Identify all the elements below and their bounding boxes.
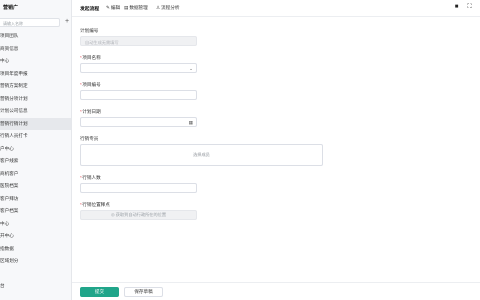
fullscreen-icon[interactable]: ⛶ xyxy=(466,4,473,11)
sidebar-item[interactable]: 营销分项计划 xyxy=(0,93,71,106)
sidebar-item[interactable]: 行销人员打卡 xyxy=(0,130,71,143)
sidebar-item[interactable]: 区域划分 xyxy=(0,255,71,268)
form-body: 计划编号 自动生成无需填写 *项目名称 ⌄ *项目编号 *计划日期 ▦ 行销专员… xyxy=(72,17,480,282)
sidebar-item[interactable]: 商机客户 xyxy=(0,168,71,181)
sidebar-item[interactable]: 医院档案 xyxy=(0,180,71,193)
sidebar-brand: 营销广 xyxy=(3,5,19,11)
project-no-label: *项目编号 xyxy=(80,82,101,87)
plan-no-field: 自动生成无需填写 xyxy=(80,36,197,46)
sidebar-item[interactable]: 营销方案制定 xyxy=(0,80,71,93)
top-toolbar: 发起流程 ✎编辑 ▤数据管理 ♙流程分析 ■ ⛶ xyxy=(72,0,480,17)
sidebar-item[interactable]: 项目年度申报 xyxy=(0,68,71,81)
marketer-count-field[interactable] xyxy=(80,183,197,193)
data-manage-icon: ▤ xyxy=(124,5,129,10)
sidebar-item[interactable]: 计划公司信息 xyxy=(0,105,71,118)
sidebar-item[interactable]: 商资信息 xyxy=(0,43,71,56)
sidebar-item[interactable]: 台 xyxy=(0,280,71,293)
location-label: *行销位置释点 xyxy=(80,202,110,207)
flow-analysis-icon: ♙ xyxy=(156,5,161,10)
sidebar-item[interactable]: 指数据 xyxy=(0,243,71,256)
project-no-field[interactable] xyxy=(80,90,197,100)
plan-no-label: 计划编号 xyxy=(80,28,99,33)
sidebar: 营销广 请输入名称 + 项目团队 商资信息 中心 项目年度申报 营销方案制定 营… xyxy=(0,0,72,300)
location-field: ◎ 获取到自动行政所在的位置 xyxy=(80,210,197,220)
edit-icon: ✎ xyxy=(106,5,110,10)
form-footer: 提交 保存草稿 xyxy=(72,282,480,300)
dark-square-icon[interactable]: ■ xyxy=(453,4,460,11)
flow-analysis-button[interactable]: ♙流程分析 xyxy=(156,5,180,11)
plus-icon[interactable]: + xyxy=(63,18,71,27)
sidebar-search-input[interactable]: 请输入名称 xyxy=(0,18,60,27)
page-title: 发起流程 xyxy=(80,7,100,12)
sidebar-item[interactable]: 项目团队 xyxy=(0,30,71,43)
sidebar-item[interactable]: 开中心 xyxy=(0,230,71,243)
submit-button[interactable]: 提交 xyxy=(80,287,119,297)
save-draft-button[interactable]: 保存草稿 xyxy=(124,287,163,297)
sidebar-item[interactable]: 客户线索 xyxy=(0,155,71,168)
sidebar-item[interactable]: 客户拜访 xyxy=(0,193,71,206)
sidebar-item[interactable]: 中心 xyxy=(0,218,71,231)
sidebar-item[interactable]: 客户档案 xyxy=(0,205,71,218)
data-manage-button[interactable]: ▤数据管理 xyxy=(124,5,148,11)
chevron-down-icon: ⌄ xyxy=(189,66,193,71)
sidebar-item[interactable]: 中心 xyxy=(0,55,71,68)
plan-date-label: *计划日期 xyxy=(80,109,101,114)
select-member-button[interactable]: 选择成员 xyxy=(80,144,323,166)
sidebar-item-active[interactable]: 营销行销计划 xyxy=(0,117,71,130)
plan-date-picker[interactable]: ▦ xyxy=(80,117,197,127)
sidebar-menu: 项目团队 商资信息 中心 项目年度申报 营销方案制定 营销分项计划 计划公司信息… xyxy=(0,30,71,292)
sidebar-item[interactable]: 户中心 xyxy=(0,143,71,156)
marketer-member-label: 行销专员 xyxy=(80,136,99,141)
edit-button[interactable]: ✎编辑 xyxy=(106,5,120,11)
project-name-label: *项目名称 xyxy=(80,55,101,60)
calendar-icon: ▦ xyxy=(188,120,193,125)
project-name-select[interactable]: ⌄ xyxy=(80,63,197,73)
marketer-count-label: *行销人数 xyxy=(80,175,101,180)
